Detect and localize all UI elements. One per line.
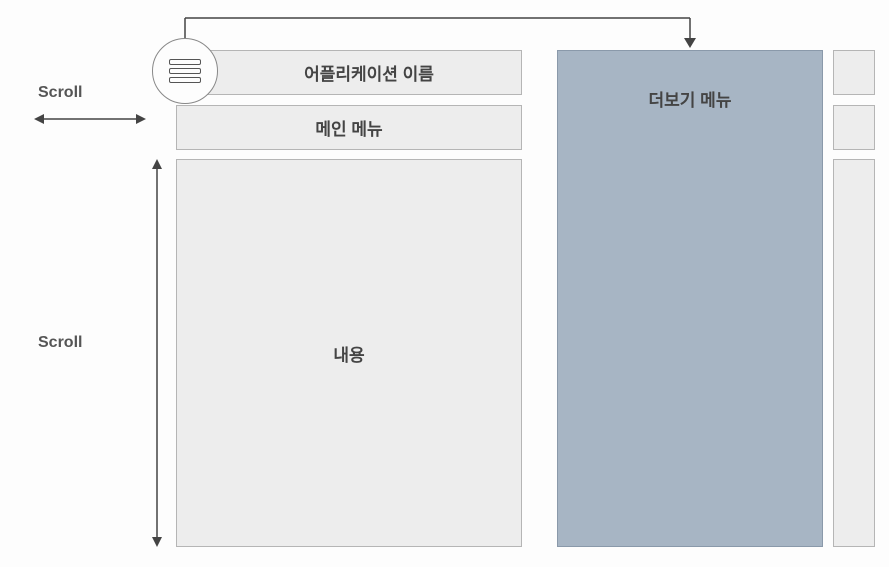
hamburger-menu-icon: [169, 59, 201, 83]
main-menu-label: 메인 메뉴: [177, 106, 521, 149]
app-name-bar: 어플리케이션 이름: [176, 50, 522, 95]
right-hidden-menu-bar: [833, 105, 875, 150]
hamburger-menu-button[interactable]: [152, 38, 218, 104]
more-menu-label: 더보기 메뉴: [558, 51, 822, 546]
scroll-horizontal-label: Scroll: [38, 84, 82, 102]
right-hidden-app-bar: [833, 50, 875, 95]
double-arrow-vertical-icon: [150, 159, 164, 547]
content-label: 내용: [177, 160, 521, 546]
main-menu-bar[interactable]: 메인 메뉴: [176, 105, 522, 150]
content-area: 내용: [176, 159, 522, 547]
scroll-vertical-label: Scroll: [38, 334, 82, 352]
double-arrow-horizontal-icon: [34, 112, 146, 126]
more-menu-panel[interactable]: 더보기 메뉴: [557, 50, 823, 547]
app-name-label: 어플리케이션 이름: [177, 51, 521, 94]
right-hidden-content: [833, 159, 875, 547]
